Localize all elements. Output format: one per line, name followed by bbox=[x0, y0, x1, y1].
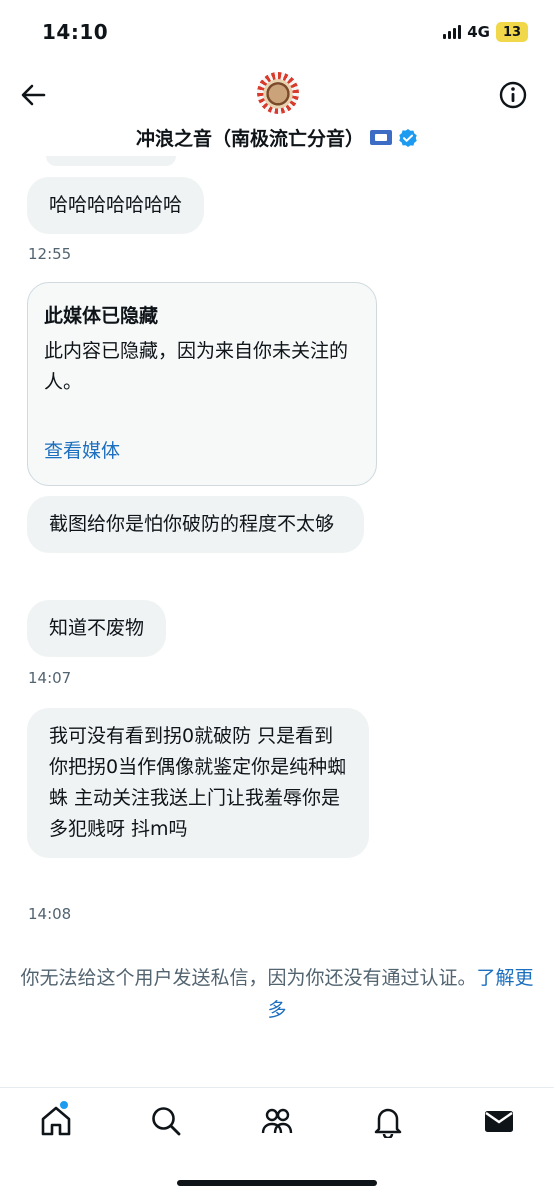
nav-divider bbox=[0, 1087, 554, 1088]
message-timestamp: 12:55 bbox=[28, 245, 72, 263]
avatar[interactable] bbox=[257, 72, 299, 114]
view-media-link[interactable]: 查看媒体 bbox=[44, 436, 120, 463]
battery-icon: 13 bbox=[496, 22, 528, 42]
search-icon[interactable] bbox=[149, 1104, 183, 1138]
status-time: 14:10 bbox=[42, 20, 109, 44]
home-indicator bbox=[177, 1180, 377, 1186]
cannot-message-notice: 你无法给这个用户发送私信，因为你还没有通过认证。了解更多 bbox=[20, 962, 534, 1026]
network-type: 4G bbox=[467, 23, 490, 41]
signal-icon bbox=[443, 25, 462, 39]
home-icon[interactable] bbox=[39, 1104, 73, 1138]
notice-text: 你无法给这个用户发送私信，因为你还没有通过认证。 bbox=[20, 967, 477, 989]
bottom-nav bbox=[0, 1104, 554, 1144]
message-text: 截图给你是怕你破防的程度不太够 bbox=[49, 513, 335, 535]
status-indicators: 4G 13 bbox=[443, 22, 528, 42]
battery-level: 13 bbox=[502, 24, 522, 40]
flag-icon bbox=[370, 130, 392, 145]
message-timestamp: 14:07 bbox=[28, 669, 72, 687]
communities-icon[interactable] bbox=[260, 1104, 294, 1138]
messages-icon[interactable] bbox=[482, 1104, 516, 1138]
message-text: 我可没有看到拐0就破防 只是看到你把拐0当作偶像就鉴定你是纯种蜘蛛 主动关注我送… bbox=[49, 725, 347, 840]
hidden-media-title: 此媒体已隐藏 bbox=[44, 305, 159, 327]
conversation-title-row[interactable]: 冲浪之音（南极流亡分音） bbox=[0, 124, 554, 151]
verified-badge-icon bbox=[399, 128, 417, 147]
back-arrow-icon[interactable] bbox=[18, 80, 48, 110]
message-bubble[interactable]: 哈哈哈哈哈哈哈 bbox=[27, 177, 205, 234]
message-text: 哈哈哈哈哈哈哈 bbox=[49, 194, 183, 216]
hidden-media-card: 此媒体已隐藏 此内容已隐藏，因为来自你未关注的人。 查看媒体 bbox=[27, 282, 377, 486]
notifications-icon[interactable] bbox=[371, 1104, 405, 1140]
message-bubble[interactable]: 知道不废物 bbox=[27, 600, 167, 657]
message-text: 知道不废物 bbox=[49, 617, 145, 639]
info-icon[interactable] bbox=[498, 80, 528, 110]
dm-conversation-screen: 14:10 4G 13 冲浪之音（南极流亡分音） 哈哈哈哈哈哈哈 12:55 此… bbox=[0, 0, 554, 1200]
conversation-title: 冲浪之音（南极流亡分音） bbox=[135, 128, 364, 150]
previous-message-bubble bbox=[46, 156, 176, 166]
hidden-media-description: 此内容已隐藏，因为来自你未关注的人。 bbox=[44, 340, 349, 393]
message-bubble[interactable]: 截图给你是怕你破防的程度不太够 bbox=[27, 496, 364, 553]
message-bubble[interactable]: 我可没有看到拐0就破防 只是看到你把拐0当作偶像就鉴定你是纯种蜘蛛 主动关注我送… bbox=[27, 708, 369, 858]
message-timestamp: 14:08 bbox=[28, 905, 72, 923]
